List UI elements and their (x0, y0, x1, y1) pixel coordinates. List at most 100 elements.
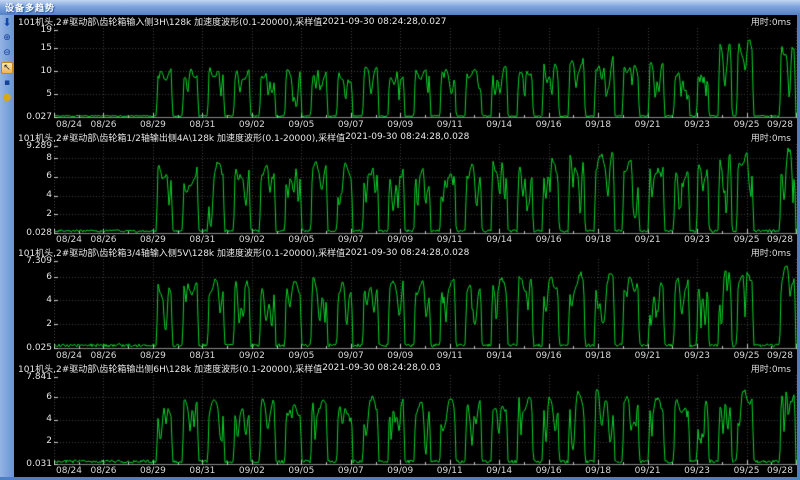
chart-header: 101机头,2#驱动部\齿轮箱输入侧3H\128k 加速度波形(0.1-2000… (14, 15, 797, 29)
data-ball-icon[interactable]: ● (1, 92, 13, 104)
x-tick-label: 08/26 (90, 350, 117, 361)
channel-title: 101机头,2#驱动部\齿轮箱输出侧6H\128k 加速度波形(0.1-2000… (18, 364, 323, 375)
x-tick-label: 09/21 (634, 235, 661, 245)
waveform-canvas[interactable] (54, 259, 797, 350)
x-tick-label: 09/21 (634, 350, 661, 361)
y-tick-label: 4 (46, 190, 52, 201)
y-tick-label: 10 (40, 66, 52, 77)
x-tick-label: 09/25 (733, 466, 760, 476)
x-tick-label: 09/14 (486, 466, 513, 476)
y-axis-labels: 7.841 6 4 2 0.031 (14, 371, 54, 469)
y-tick-label: 19 (40, 25, 52, 35)
x-tick-label: 09/11 (436, 466, 463, 476)
x-tick-label: 09/02 (238, 466, 265, 476)
x-tick-label: 08/24 (56, 350, 82, 361)
x-tick-label: 08/31 (189, 466, 216, 476)
x-axis-labels: 08/24 08/26 08/29 08/31 09/02 09/05 09/07 09/09… (54, 234, 797, 246)
x-tick-label: 09/02 (238, 119, 265, 130)
window-title: 设备多趋势 (5, 4, 56, 14)
window-titlebar[interactable]: 设备多趋势 (0, 0, 800, 15)
x-tick-label: 08/29 (139, 466, 166, 476)
y-tick-label: 8 (46, 152, 52, 163)
x-tick-label: 09/14 (486, 350, 513, 361)
x-tick-label: 08/31 (189, 350, 216, 361)
waveform-canvas[interactable] (54, 374, 797, 466)
x-axis-labels: 08/24 08/26 08/29 08/31 09/02 09/05 09/07 09/09… (54, 119, 797, 131)
x-tick-label: 08/26 (90, 466, 117, 476)
x-tick-label: 09/09 (387, 235, 414, 245)
channel-title: 101机头,2#驱动部\齿轮箱输入侧3H\128k 加速度波形(0.1-2000… (18, 18, 323, 28)
x-tick-label: 09/07 (337, 350, 364, 361)
x-tick-label: 08/24 (56, 119, 82, 130)
x-tick-label: 09/09 (387, 466, 414, 476)
x-tick-label: 09/14 (486, 119, 513, 130)
x-tick-label: 09/05 (288, 466, 315, 476)
chart-block-2: 101机头,2#驱动部\齿轮箱1/2轴输出侧4A\128k 加速度波形(0.1-… (14, 131, 797, 247)
x-tick-label: 09/11 (436, 235, 463, 245)
x-tick-label: 09/16 (535, 235, 562, 245)
y-tick-label: 0.028 (26, 227, 52, 238)
x-tick-label: 09/16 (535, 466, 562, 476)
x-tick-label: 09/09 (387, 350, 414, 361)
x-tick-label: 08/24 (56, 466, 82, 476)
chart-header: 101机头,2#驱动部\齿轮箱1/2轴输出侧4A\128k 加速度波形(0.1-… (14, 131, 797, 144)
x-tick-label: 08/24 (56, 235, 82, 245)
x-tick-label: 09/02 (238, 235, 265, 245)
plot-area (54, 28, 797, 119)
zoom-out-icon[interactable]: ⊖ (1, 47, 13, 59)
x-tick-label: 09/16 (535, 119, 562, 130)
y-tick-label: 0.031 (26, 458, 52, 469)
x-tick-label: 08/29 (139, 350, 166, 361)
y-tick-label: 6 (46, 271, 52, 282)
x-tick-label: 09/25 (733, 119, 760, 130)
duration-label: 用时:0ms (750, 249, 791, 259)
x-tick-label: 09/07 (337, 235, 364, 245)
x-tick-label: 09/23 (684, 235, 711, 245)
y-tick-label: 15 (40, 43, 52, 54)
zoom-in-icon[interactable]: ⊕ (1, 32, 13, 44)
waveform-canvas[interactable] (54, 143, 797, 235)
chart-header: 101机头,2#驱动部\齿轮箱3/4轴输入侧5V\128k 加速度波形(0.1-… (14, 246, 797, 260)
x-axis-labels: 08/24 08/26 08/29 08/31 09/02 09/05 09/07 09/09… (54, 465, 797, 477)
x-tick-label: 09/21 (634, 466, 661, 476)
plot-row: 19 15 10 5 0.027 (14, 25, 797, 122)
y-axis-labels: 9.289 8 6 4 2 0.028 (14, 141, 54, 238)
app-window: 设备多趋势 ⬇ ⊕ ⊖ ↖ ▪ ● 101机头,2#驱动部\齿轮箱输入侧3H\1… (0, 0, 800, 480)
x-tick-label: 09/28 (767, 466, 793, 476)
duration-label: 用时:0ms (750, 133, 791, 144)
plot-area (54, 259, 797, 350)
chart-block-3: 101机头,2#驱动部\齿轮箱3/4轴输入侧5V\128k 加速度波形(0.1-… (14, 246, 797, 362)
y-tick-label: 2 (46, 436, 52, 447)
x-tick-label: 09/07 (337, 466, 364, 476)
channel-title: 101机头,2#驱动部\齿轮箱3/4轴输入侧5V\128k 加速度波形(0.1-… (18, 249, 346, 259)
window-body: ⬇ ⊕ ⊖ ↖ ▪ ● 101机头,2#驱动部\齿轮箱输入侧3H\128k 加速… (0, 15, 800, 480)
marker-icon[interactable]: ▪ (1, 77, 13, 89)
timestamp: 2021-09-30 08:24:28,0.028 (345, 132, 470, 142)
y-tick-label: 5 (46, 89, 52, 100)
x-tick-label: 09/16 (535, 350, 562, 361)
chart-header: 101机头,2#驱动部\齿轮箱输出侧6H\128k 加速度波形(0.1-2000… (14, 362, 797, 375)
x-tick-label: 08/26 (90, 235, 117, 245)
x-tick-label: 09/21 (634, 119, 661, 130)
y-tick-label: 0.027 (26, 112, 52, 122)
plot-area (54, 374, 797, 466)
y-tick-label: 7.309 (26, 256, 52, 266)
y-tick-label: 7.841 (26, 371, 52, 382)
x-tick-label: 09/28 (767, 119, 793, 130)
scroll-down-icon[interactable]: ⬇ (1, 17, 13, 29)
channel-title: 101机头,2#驱动部\齿轮箱1/2轴输出侧4A\128k 加速度波形(0.1-… (18, 133, 346, 144)
cursor-tool-icon[interactable]: ↖ (1, 62, 13, 74)
x-tick-label: 09/23 (684, 119, 711, 130)
x-tick-label: 09/14 (486, 235, 513, 245)
y-tick-label: 4 (46, 295, 52, 306)
x-tick-label: 09/23 (684, 466, 711, 476)
x-tick-label: 08/29 (139, 119, 166, 130)
timestamp: 2021-09-30 08:24:28,0.027 (322, 16, 447, 27)
y-tick-label: 2 (46, 208, 52, 219)
waveform-canvas[interactable] (54, 28, 797, 119)
plot-row: 7.309 6 4 2 0.025 (14, 256, 797, 353)
x-tick-label: 09/05 (288, 235, 315, 245)
y-tick-label: 6 (46, 391, 52, 402)
duration-label: 用时:0ms (750, 364, 791, 375)
x-tick-label: 08/26 (90, 119, 117, 130)
